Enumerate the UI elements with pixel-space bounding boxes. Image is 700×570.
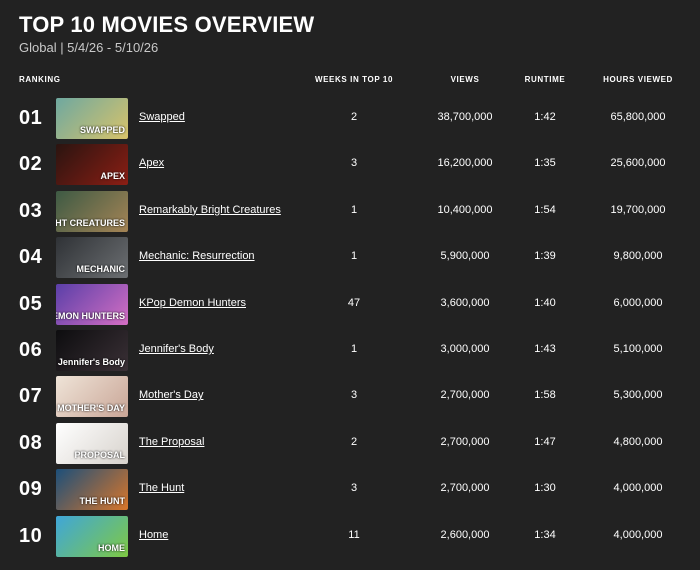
views-value: 2,700,000 bbox=[440, 435, 490, 448]
header-ranking: RANKING bbox=[19, 75, 61, 84]
table-row[interactable]: 01 SWAPPED Swapped 2 38,700,000 1:42 65,800,00… bbox=[0, 97, 700, 141]
table-row[interactable]: 10 HOME Home 11 2,600,000 1:34 4,000,000 bbox=[0, 515, 700, 559]
weeks-in-top10-value: 1 bbox=[350, 250, 358, 263]
header-weeks: WEEKS IN TOP 10 bbox=[314, 75, 394, 84]
thumbnail-title-text: MOTHER'S DAY bbox=[57, 403, 125, 414]
table-row[interactable]: 04 MECHANIC Mechanic: Resurrection 1 5,900,0… bbox=[0, 236, 700, 280]
movie-title-link[interactable]: Home bbox=[139, 529, 168, 541]
views-value: 2,600,000 bbox=[440, 528, 490, 541]
rank-number: 01 bbox=[19, 107, 43, 129]
runtime-value: 1:30 bbox=[534, 482, 556, 495]
hours-viewed-value: 65,800,000 bbox=[610, 111, 666, 123]
hours-viewed-value: 6,000,000 bbox=[613, 296, 663, 309]
rank-number: 10 bbox=[19, 524, 43, 547]
table-row[interactable]: 09 THE HUNT The Hunt 3 2,700,000 1:30 4,000,00… bbox=[0, 468, 700, 512]
table-row[interactable]: 03 REMARKABLY BRIGHT CREATURES Remarkably … bbox=[0, 190, 700, 234]
header-views: VIEWS bbox=[450, 75, 480, 84]
runtime-value: 1:54 bbox=[534, 203, 556, 216]
movie-title-link[interactable]: Mother's Day bbox=[139, 389, 203, 401]
weeks-in-top10-value: 3 bbox=[350, 482, 358, 495]
rank-number: 07 bbox=[19, 385, 43, 408]
thumbnail-title-text: REMARKABLY BRIGHT CREATURES bbox=[56, 217, 125, 228]
page-title: TOP 10 MOVIES OVERVIEW bbox=[19, 12, 315, 37]
weeks-in-top10-value: 11 bbox=[348, 528, 360, 541]
views-value: 2,700,000 bbox=[440, 389, 490, 402]
runtime-value: 1:34 bbox=[534, 528, 556, 541]
movie-thumbnail[interactable]: APEX bbox=[56, 144, 128, 186]
weeks-in-top10-value: 2 bbox=[350, 111, 358, 123]
weeks-in-top10-value: 1 bbox=[350, 203, 358, 216]
movie-thumbnail[interactable]: PROPOSAL bbox=[56, 422, 128, 464]
rank-number: 03 bbox=[19, 199, 43, 222]
table-row[interactable]: 07 MOTHER'S DAY Mother's Day 3 2,700,000 1:58… bbox=[0, 375, 700, 419]
runtime-value: 1:39 bbox=[534, 250, 556, 263]
hours-viewed-value: 25,600,000 bbox=[610, 157, 666, 170]
views-value: 38,700,000 bbox=[437, 111, 493, 123]
movie-thumbnail[interactable]: MECHANIC bbox=[56, 237, 128, 279]
thumbnail-title-text: PROPOSAL bbox=[74, 449, 125, 460]
views-value: 10,400,000 bbox=[437, 203, 493, 216]
thumbnail-title-text: KPOP DEMON HUNTERS bbox=[56, 310, 125, 321]
weeks-in-top10-value: 3 bbox=[350, 157, 358, 170]
rank-number: 08 bbox=[19, 431, 43, 454]
movie-title-link[interactable]: The Proposal bbox=[139, 436, 204, 448]
hours-viewed-value: 19,700,000 bbox=[610, 203, 666, 216]
movie-thumbnail[interactable]: REMARKABLY BRIGHT CREATURES bbox=[56, 190, 128, 232]
top10-page: TOP 10 MOVIES OVERVIEW Global | 5/4/26 -… bbox=[0, 0, 700, 570]
views-value: 16,200,000 bbox=[437, 157, 493, 170]
movie-title-link[interactable]: KPop Demon Hunters bbox=[139, 297, 246, 309]
runtime-value: 1:40 bbox=[534, 296, 556, 309]
rank-number: 02 bbox=[19, 153, 43, 176]
thumbnail-title-text: SWAPPED bbox=[79, 125, 125, 135]
thumbnail-title-text: THE HUNT bbox=[79, 496, 126, 507]
thumbnail-title-text: Jennifer's Body bbox=[57, 357, 125, 367]
weeks-in-top10-value: 47 bbox=[347, 296, 361, 309]
page-subtitle: Global | 5/4/26 - 5/10/26 bbox=[19, 40, 159, 55]
runtime-value: 1:35 bbox=[534, 157, 556, 170]
weeks-in-top10-value: 2 bbox=[350, 435, 358, 448]
movie-title-link[interactable]: Mechanic: Resurrection bbox=[139, 250, 255, 262]
hours-viewed-value: 5,300,000 bbox=[613, 389, 663, 402]
rank-number: 04 bbox=[19, 246, 43, 269]
runtime-value: 1:58 bbox=[534, 389, 556, 402]
movie-title-link[interactable]: Swapped bbox=[139, 111, 185, 123]
hours-viewed-value: 4,000,000 bbox=[613, 482, 663, 495]
hours-viewed-value: 4,000,000 bbox=[613, 528, 663, 541]
rank-number: 09 bbox=[19, 478, 43, 501]
movie-thumbnail[interactable]: HOME bbox=[56, 515, 128, 557]
table-row[interactable]: 02 APEX Apex 3 16,200,000 1:35 25,600,000 bbox=[0, 143, 700, 187]
header-runtime: RUNTIME bbox=[524, 75, 566, 84]
movie-title-link[interactable]: Apex bbox=[139, 157, 164, 169]
thumbnail-title-text: MECHANIC bbox=[76, 264, 126, 275]
movie-thumbnail[interactable]: SWAPPED bbox=[56, 98, 128, 139]
movie-thumbnail[interactable]: THE HUNT bbox=[56, 469, 128, 511]
runtime-value: 1:47 bbox=[534, 435, 556, 448]
thumbnail-title-text: HOME bbox=[98, 542, 125, 553]
views-value: 5,900,000 bbox=[440, 250, 490, 263]
weeks-in-top10-value: 3 bbox=[350, 389, 358, 402]
runtime-value: 1:43 bbox=[534, 343, 556, 355]
thumbnail-title-text: APEX bbox=[100, 171, 125, 182]
movie-thumbnail[interactable]: Jennifer's Body bbox=[56, 330, 128, 371]
rank-number: 06 bbox=[19, 339, 43, 361]
table-row[interactable]: 06 Jennifer's Body Jennifer's Body 1 3,000,0… bbox=[0, 329, 700, 373]
movie-title-link[interactable]: The Hunt bbox=[139, 482, 184, 494]
movie-title-link[interactable]: Remarkably Bright Creatures bbox=[139, 204, 281, 216]
rank-number: 05 bbox=[19, 292, 43, 315]
table-row[interactable]: 08 PROPOSAL The Proposal 2 2,700,000 1:47 4,80… bbox=[0, 422, 700, 466]
views-value: 3,000,000 bbox=[440, 343, 490, 355]
views-value: 3,600,000 bbox=[440, 296, 490, 309]
movie-thumbnail[interactable]: KPOP DEMON HUNTERS bbox=[56, 283, 128, 325]
hours-viewed-value: 4,800,000 bbox=[613, 435, 663, 448]
weeks-in-top10-value: 1 bbox=[350, 343, 358, 355]
header-hours: HOURS VIEWED bbox=[603, 75, 673, 84]
movie-title-link[interactable]: Jennifer's Body bbox=[139, 343, 214, 355]
runtime-value: 1:42 bbox=[534, 111, 556, 123]
table-row[interactable]: 05 KPOP DEMON HUNTERS KPop Demon Hunters 47… bbox=[0, 283, 700, 327]
hours-viewed-value: 5,100,000 bbox=[613, 343, 663, 355]
movie-thumbnail[interactable]: MOTHER'S DAY bbox=[56, 376, 128, 418]
hours-viewed-value: 9,800,000 bbox=[613, 250, 663, 263]
views-value: 2,700,000 bbox=[440, 482, 490, 495]
